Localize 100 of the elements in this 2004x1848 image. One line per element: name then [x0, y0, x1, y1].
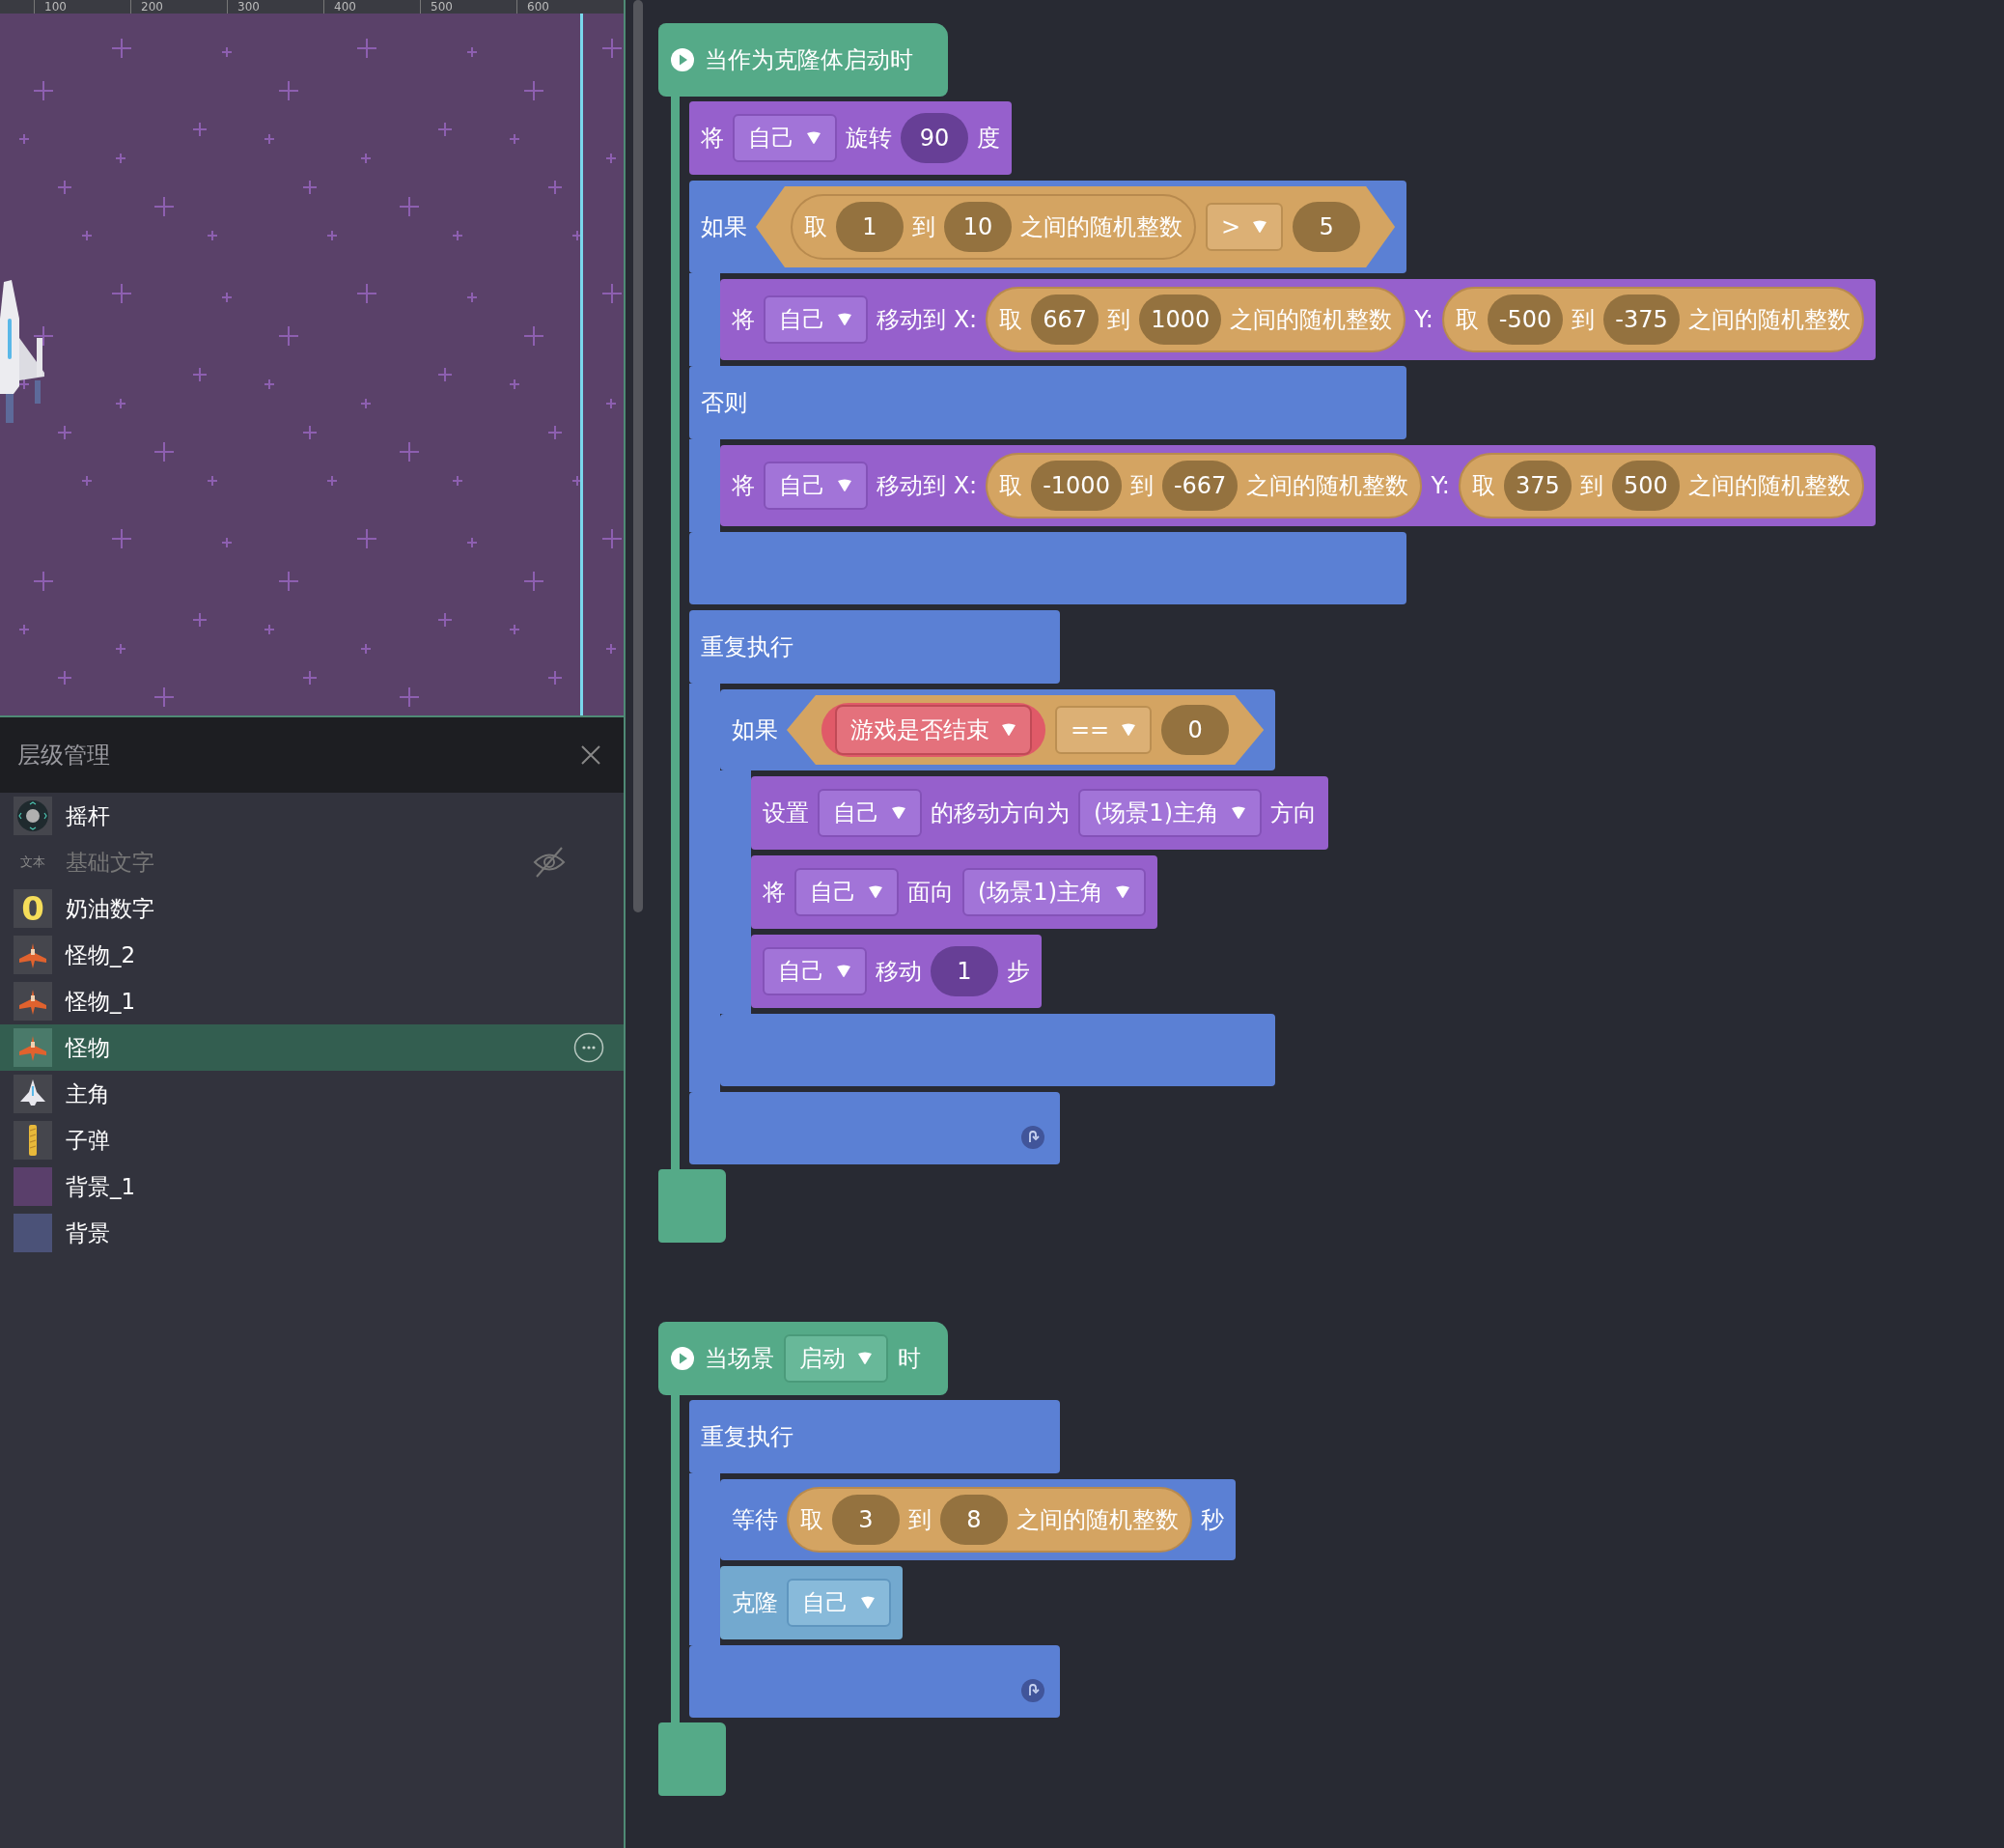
block-label: 的移动方向为	[931, 798, 1070, 828]
block-label: 等待	[732, 1505, 778, 1535]
caret-icon	[891, 806, 906, 820]
motion-block[interactable]: 自己 移动 1 步	[751, 935, 1042, 1008]
scrollbar[interactable]	[633, 0, 643, 912]
layer-item[interactable]: 怪物	[0, 1024, 624, 1071]
number-input[interactable]: -667	[1161, 461, 1239, 511]
number-input[interactable]: 3	[832, 1495, 900, 1545]
layer-item[interactable]: 0 奶油数字	[0, 885, 624, 932]
block-label: 之间的随机整数	[1687, 471, 1851, 501]
block-label: 克隆	[732, 1588, 778, 1618]
layer-item[interactable]: 摇杆	[0, 793, 624, 839]
motion-block[interactable]: 将 自己 旋转 90 度	[689, 101, 1012, 175]
caret-icon	[1115, 885, 1130, 899]
event-hat-block[interactable]: 当场景 启动 时	[658, 1322, 948, 1395]
block-label: 否则	[701, 388, 747, 418]
block-dropdown[interactable]: 自己	[818, 789, 922, 837]
number-input[interactable]: 8	[940, 1495, 1008, 1545]
block-label: 取	[1471, 471, 1495, 501]
block-label: Y:	[1414, 306, 1433, 333]
loop-block-header[interactable]: 重复执行	[689, 610, 1060, 684]
block-label: 设置	[763, 798, 809, 828]
motion-block[interactable]: 将 自己 移动到 X: 取 -1000 到 -667 之间的随机整数 Y: 取 375 到 500 之间的随机整数	[720, 445, 1876, 526]
number-input[interactable]: 1	[836, 202, 904, 252]
block-dropdown[interactable]: 自己	[733, 114, 837, 162]
bullet-icon	[14, 1121, 52, 1160]
block-label: 重复执行	[701, 1422, 793, 1452]
layer-item[interactable]: 背景	[0, 1210, 624, 1256]
layer-thumbnail: 0	[14, 889, 52, 928]
block-label: 将	[732, 305, 755, 335]
layer-item[interactable]: 怪物_2	[0, 932, 624, 978]
layer-item[interactable]: 背景_1	[0, 1163, 624, 1210]
block-label: 移动到 X:	[877, 471, 978, 501]
number-input[interactable]: 90	[901, 113, 968, 163]
event-hat-block[interactable]: 当作为克隆体启动时	[658, 23, 948, 97]
number-input[interactable]: 10	[944, 202, 1012, 252]
number-input[interactable]: 0	[1161, 705, 1230, 755]
clone-block[interactable]: 克隆 自己	[720, 1566, 903, 1639]
block-label: 之间的随机整数	[1687, 305, 1851, 335]
block-label: 之间的随机整数	[1230, 305, 1393, 335]
block-label: 将	[732, 471, 755, 501]
block-dropdown[interactable]: 启动	[784, 1334, 888, 1383]
block-label: 到	[1107, 305, 1131, 335]
layer-item[interactable]: 子弹	[0, 1117, 624, 1163]
caret-icon	[836, 965, 851, 978]
block-label: 取	[999, 471, 1023, 501]
block-dropdown[interactable]: 自己	[764, 295, 868, 344]
number-input[interactable]: 667	[1031, 294, 1099, 345]
block-label: Y:	[1431, 472, 1450, 499]
if-block-header[interactable]: 如果 游戏是否结束 == 0	[720, 689, 1276, 770]
block-label: 度	[977, 124, 1000, 154]
block-label: 之间的随机整数	[1016, 1505, 1179, 1535]
caret-icon	[860, 1596, 876, 1610]
wait-block[interactable]: 等待 取 3 到 8 之间的随机整数 秒	[720, 1479, 1236, 1560]
block-dropdown[interactable]: (场景1)主角	[962, 868, 1146, 916]
block-label: 到	[1572, 305, 1596, 335]
block-label: 取	[1455, 305, 1479, 335]
close-icon[interactable]	[579, 743, 602, 767]
block-label: 步	[1007, 957, 1030, 987]
panel-title: 层级管理	[17, 741, 110, 770]
block-dropdown[interactable]: 自己	[764, 462, 868, 510]
block-label: 取	[800, 1505, 823, 1535]
block-label: 时	[898, 1344, 921, 1374]
joystick-icon	[14, 797, 52, 835]
number-input[interactable]: 375	[1503, 461, 1572, 511]
layer-item[interactable]: 怪物_1	[0, 978, 624, 1024]
more-icon[interactable]	[573, 1032, 604, 1063]
block-dropdown[interactable]: (场景1)主角	[1078, 789, 1262, 837]
play-icon	[670, 1346, 695, 1371]
number-input[interactable]: -500	[1487, 294, 1564, 345]
block-label: 移动	[876, 957, 922, 987]
eye-off-icon[interactable]	[533, 846, 566, 879]
caret-icon	[837, 313, 852, 326]
plane-icon	[14, 936, 52, 974]
block-label: 到	[1129, 471, 1154, 501]
if-block-header[interactable]: 如果 取 1 到 10 之间的随机整数 > 5	[689, 181, 1407, 273]
number-input[interactable]: -375	[1603, 294, 1680, 345]
else-block-bar[interactable]: 否则	[689, 366, 1407, 439]
motion-block[interactable]: 将 自己 面向 (场景1)主角	[751, 855, 1157, 929]
caret-icon	[1252, 220, 1268, 234]
layer-item[interactable]: 主角	[0, 1071, 624, 1117]
block-label: 秒	[1201, 1505, 1224, 1535]
number-input[interactable]: 5	[1293, 202, 1361, 252]
block-label: 之间的随机整数	[1246, 471, 1409, 501]
block-dropdown[interactable]: 游戏是否结束	[835, 705, 1032, 755]
number-input[interactable]: 500	[1611, 461, 1680, 511]
caret-icon	[857, 1352, 873, 1365]
motion-block[interactable]: 将 自己 移动到 X: 取 667 到 1000 之间的随机整数 Y: 取 -500 到 -375 之间的随机整数	[720, 279, 1876, 360]
play-icon	[670, 47, 695, 72]
number-input[interactable]: 1000	[1139, 294, 1222, 345]
layer-item[interactable]: 文本 基础文字	[0, 839, 624, 885]
number-input[interactable]: -1000	[1031, 461, 1122, 511]
block-label: 面向	[907, 878, 954, 908]
caret-icon	[1121, 723, 1137, 737]
loop-block-header[interactable]: 重复执行	[689, 1400, 1060, 1473]
motion-block[interactable]: 设置 自己 的移动方向为 (场景1)主角 方向	[751, 776, 1328, 850]
number-input[interactable]: 1	[931, 946, 998, 996]
block-dropdown[interactable]: 自己	[763, 947, 867, 995]
block-label: 取	[999, 305, 1023, 335]
block-dropdown[interactable]: 自己	[794, 868, 899, 916]
